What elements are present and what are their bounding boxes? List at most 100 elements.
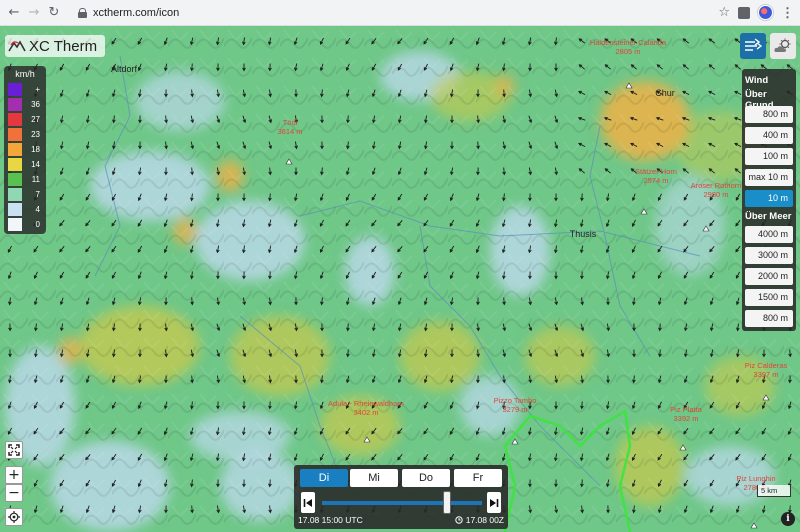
legend-row: 27 <box>8 112 42 126</box>
reload-icon[interactable]: ↻ <box>44 3 64 23</box>
lock-icon <box>78 7 87 18</box>
menu-icon[interactable]: ⋮ <box>781 5 794 21</box>
day-tab-di[interactable]: Di <box>300 469 348 487</box>
model-run: 17.08 00Z <box>455 515 504 525</box>
day-tab-mi[interactable]: Mi <box>350 469 398 487</box>
browser-toolbar: ← → ↻ xctherm.com/icon ☆ ⋮ <box>0 0 800 26</box>
legend-value: 27 <box>31 114 40 124</box>
address-bar[interactable]: xctherm.com/icon <box>78 2 179 24</box>
place-haldensteiner-calanda: Haldensteiner Calanda <box>590 38 667 47</box>
place-thusis: Thusis <box>570 229 597 239</box>
wind-layer-button[interactable] <box>740 33 766 59</box>
skip-back-icon <box>303 498 312 507</box>
app-title: XC Therm <box>29 37 98 55</box>
legend-swatch <box>8 187 22 201</box>
legend-unit: km/h <box>15 69 35 79</box>
legend-row: 7 <box>8 187 42 201</box>
agl-10-button[interactable]: 10 m <box>745 190 793 207</box>
legend-swatch <box>8 172 22 186</box>
legend-swatch <box>8 142 22 156</box>
place-aroser-rothorn-elev: 2980 m <box>703 190 728 199</box>
legend-row: 11 <box>8 172 42 186</box>
legend-swatch <box>8 202 22 216</box>
wind-map-layer: Haldensteiner Calanda 2805 m Tödi 3614 m… <box>0 26 800 532</box>
place-altdorf: Altdorf <box>111 64 138 74</box>
clouds-layer-button[interactable] <box>770 33 796 59</box>
above-sea-heading: Über Meer <box>745 211 792 222</box>
legend-row: 23 <box>8 127 42 141</box>
place-todi: Tödi <box>283 118 298 127</box>
legend-row: 0 <box>8 217 42 231</box>
legend-value: 7 <box>35 189 40 199</box>
place-piz-calderas: Piz Calderas <box>745 361 788 370</box>
amsl-800-button[interactable]: 800 m <box>745 310 793 327</box>
legend-value: 36 <box>31 99 40 109</box>
place-adula-elev: 3402 m <box>353 408 378 417</box>
extensions-icon[interactable] <box>738 6 750 19</box>
place-chur: Chur <box>655 88 675 98</box>
place-adula: Adula - Rheinwaldhorn <box>328 399 404 408</box>
legend-row: 4 <box>8 202 42 216</box>
altitude-panel: Wind Über Grund 800 m 400 m 100 m max 10… <box>742 69 796 331</box>
step-forward-button[interactable] <box>487 492 501 513</box>
agl-max10-button[interactable]: max 10 m <box>745 169 793 186</box>
place-pizzo-tambo-elev: 3279 m <box>502 405 527 414</box>
url-text[interactable]: xctherm.com/icon <box>93 7 179 19</box>
wind-speed-legend: km/h +36 27 23 18 14 11 7 4 0 <box>4 66 46 234</box>
legend-row: + <box>8 82 42 96</box>
legend-value: 23 <box>31 129 40 139</box>
agl-400-button[interactable]: 400 m <box>745 127 793 144</box>
legend-swatch <box>8 217 22 231</box>
legend-value: 4 <box>35 204 40 214</box>
time-panel: Di Mi Do Fr 17.08 15:00 UTC 17.08 00Z <box>294 465 508 529</box>
amsl-1500-button[interactable]: 1500 m <box>745 289 793 306</box>
fullscreen-button[interactable] <box>5 441 23 459</box>
bookmark-star-icon[interactable]: ☆ <box>718 5 730 20</box>
locate-button[interactable] <box>5 508 23 526</box>
legend-swatch <box>8 97 22 111</box>
back-icon[interactable]: ← <box>4 3 24 23</box>
legend-row: 18 <box>8 142 42 156</box>
legend-value: 11 <box>31 174 40 184</box>
place-haldensteiner-calanda-elev: 2805 m <box>615 47 640 56</box>
day-tab-do[interactable]: Do <box>402 469 450 487</box>
day-tab-fr[interactable]: Fr <box>454 469 502 487</box>
place-pizzo-tambo: Pizzo Tambo <box>494 396 537 405</box>
legend-swatch <box>8 112 22 126</box>
skip-forward-icon <box>490 498 499 507</box>
zoom-out-button[interactable]: − <box>5 484 23 502</box>
agl-800-button[interactable]: 800 m <box>745 106 793 123</box>
place-piz-calderas-elev: 3397 m <box>753 370 778 379</box>
amsl-4000-button[interactable]: 4000 m <box>745 226 793 243</box>
place-todi-elev: 3614 m <box>277 127 302 136</box>
time-slider-track[interactable] <box>322 501 482 505</box>
legend-swatch <box>8 82 22 96</box>
profile-avatar[interactable] <box>758 5 773 20</box>
amsl-3000-button[interactable]: 3000 m <box>745 247 793 264</box>
legend-swatch <box>8 157 22 171</box>
wind-arrows-icon <box>745 38 763 51</box>
zoom-in-button[interactable]: + <box>5 466 23 484</box>
app-logo[interactable]: XC Therm <box>5 35 105 57</box>
place-aroser-rothorn: Aroser Rothorn <box>691 181 742 190</box>
sun-cloud-icon <box>774 38 791 52</box>
clock-icon <box>455 516 464 524</box>
forward-icon[interactable]: → <box>24 3 44 23</box>
mountain-logo-icon <box>8 40 26 52</box>
place-piz-lunghin: Piz Lunghin <box>736 474 775 483</box>
amsl-2000-button[interactable]: 2000 m <box>745 268 793 285</box>
info-button[interactable]: i <box>781 512 795 526</box>
map-scale: 5 km <box>757 485 791 497</box>
panel-title: Wind <box>745 75 769 86</box>
place-piz-platta: Piz Platta <box>670 405 703 414</box>
legend-value: 18 <box>31 144 40 154</box>
legend-value: 0 <box>35 219 40 229</box>
agl-100-button[interactable]: 100 m <box>745 148 793 165</box>
crosshair-icon <box>8 511 20 523</box>
fullscreen-icon <box>8 444 20 456</box>
step-back-button[interactable] <box>301 492 315 513</box>
legend-value: + <box>35 84 40 94</box>
place-statzer-horn-elev: 2574 m <box>643 176 668 185</box>
time-slider-thumb[interactable] <box>442 491 451 514</box>
map-view[interactable]: Haldensteiner Calanda 2805 m Tödi 3614 m… <box>0 26 800 532</box>
